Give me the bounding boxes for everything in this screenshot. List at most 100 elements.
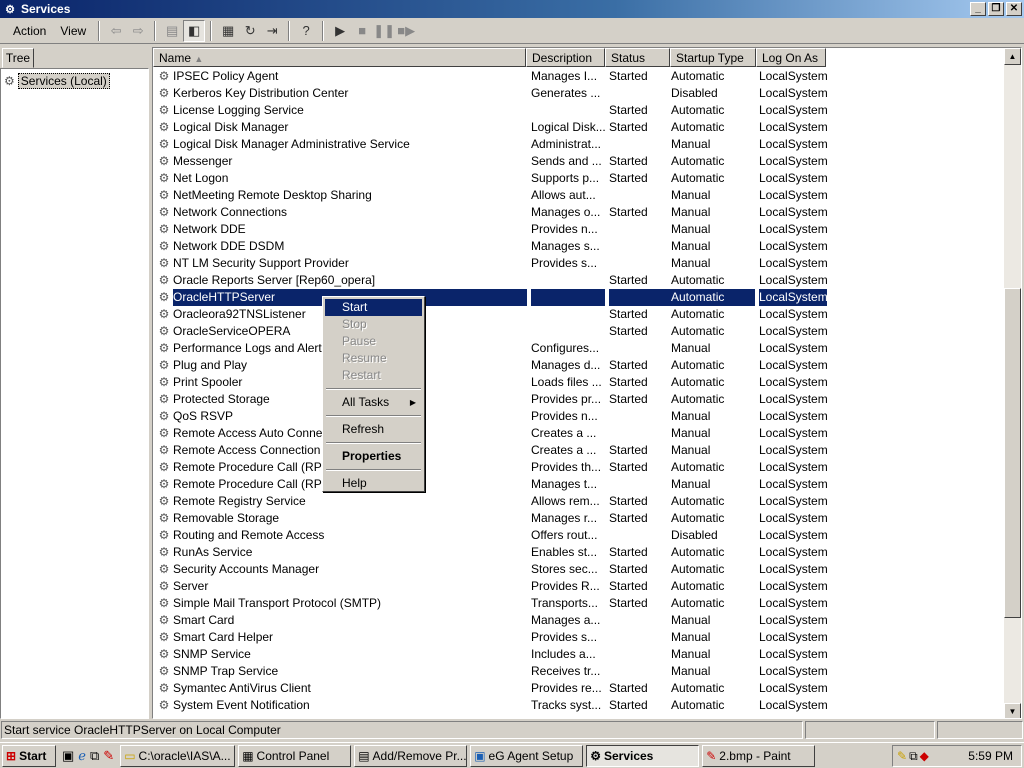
- network-icon[interactable]: ⧉: [909, 749, 918, 764]
- table-row[interactable]: ⚙ Network Connections Manages o... Started M…: [153, 204, 1005, 221]
- table-row[interactable]: ⚙ Plug and Play Manages d... Started Automat…: [153, 357, 1005, 374]
- table-row[interactable]: ⚙ Removable Storage Manages r... Started Aut…: [153, 510, 1005, 527]
- maximize-button[interactable]: ❐: [988, 2, 1004, 16]
- table-row[interactable]: ⚙ Print Spooler Loads files ... Started Auto…: [153, 374, 1005, 391]
- scroll-thumb[interactable]: [1004, 288, 1021, 618]
- table-row[interactable]: ⚙ Performance Logs and Alerts Configures..…: [153, 340, 1005, 357]
- service-icon: ⚙: [158, 103, 170, 117]
- properties-icon[interactable]: ▦: [217, 20, 239, 42]
- start-button[interactable]: ⊞ Start: [2, 744, 56, 767]
- menu-item-refresh[interactable]: Refresh: [325, 421, 422, 438]
- table-row[interactable]: ⚙ RunAs Service Enables st... Started Automa…: [153, 544, 1005, 561]
- task-button-control-panel[interactable]: ▦ Control Panel: [238, 744, 352, 767]
- table-row[interactable]: ⚙ Security Accounts Manager Stores sec... S…: [153, 561, 1005, 578]
- table-row[interactable]: ⚙ Server Provides R... Started Automatic Loca…: [153, 578, 1005, 595]
- table-row[interactable]: ⚙ QoS RSVP Provides n... Manual LocalSystem: [153, 408, 1005, 425]
- forward-arrow-icon[interactable]: ⇨: [127, 20, 149, 42]
- menu-item-help[interactable]: Help: [325, 475, 422, 492]
- vertical-scrollbar[interactable]: ▲ ▼: [1004, 48, 1021, 718]
- tree-node-services-local[interactable]: ⚙ Services (Local): [4, 73, 110, 89]
- table-row[interactable]: ⚙ Smart Card Helper Provides s... Manual Loc…: [153, 629, 1005, 646]
- task-button-services[interactable]: ⚙ Services: [586, 744, 700, 767]
- show-desktop-icon[interactable]: ▣: [62, 748, 74, 764]
- menu-item-all-tasks[interactable]: All Tasks ▶: [325, 394, 422, 411]
- tab-tree[interactable]: Tree: [2, 48, 34, 68]
- table-row[interactable]: ⚙ Network DDE DSDM Manages s... Manual Local…: [153, 238, 1005, 255]
- table-row[interactable]: ⚙ SNMP Trap Service Receives tr... Manual Lo…: [153, 663, 1005, 680]
- table-row[interactable]: ⚙ Routing and Remote Access Offers rout...…: [153, 527, 1005, 544]
- help-icon[interactable]: ?: [295, 20, 317, 42]
- menu-action[interactable]: Action: [6, 24, 53, 38]
- network-icon[interactable]: ⧉: [90, 748, 99, 764]
- column-header-status[interactable]: Status: [605, 48, 670, 67]
- export-list-icon[interactable]: ⇥: [261, 20, 283, 42]
- table-row[interactable]: ⚙ NT LM Security Support Provider Provides…: [153, 255, 1005, 272]
- table-row[interactable]: ⚙ Net Logon Supports p... Started Automatic L…: [153, 170, 1005, 187]
- back-arrow-icon[interactable]: ⇦: [105, 20, 127, 42]
- task-button-eg-agent[interactable]: ▣ eG Agent Setup: [470, 744, 584, 767]
- column-header-description[interactable]: Description: [526, 48, 605, 67]
- table-row[interactable]: ⚙ Smart Card Manages a... Manual LocalSystem: [153, 612, 1005, 629]
- service-description: Manages r...: [531, 511, 598, 525]
- table-row[interactable]: ⚙ Oracle Reports Server [Rep60_opera] Star…: [153, 272, 1005, 289]
- task-button-folder[interactable]: ▭ C:\oracle\IAS\A...: [120, 744, 236, 767]
- control-panel-icon: ▦: [242, 748, 254, 763]
- table-row[interactable]: ⚙ Simple Mail Transport Protocol (SMTP) Tr…: [153, 595, 1005, 612]
- pause-icon[interactable]: ❚❚: [373, 20, 395, 42]
- internet-explorer-icon[interactable]: ℯ: [78, 748, 86, 764]
- service-status: Started: [609, 392, 648, 406]
- table-row[interactable]: ⚙ Remote Access Auto Connection Manager Cr…: [153, 425, 1005, 442]
- menu-item-properties[interactable]: Properties: [325, 448, 422, 465]
- table-row[interactable]: ⚙ Remote Access Connection Manager Creates…: [153, 442, 1005, 459]
- column-header-logon[interactable]: Log On As: [756, 48, 826, 67]
- service-name: Remote Registry Service: [173, 494, 306, 508]
- table-row[interactable]: ⚙ IPSEC Policy Agent Manages I... Started Au…: [153, 68, 1005, 85]
- table-row[interactable]: ⚙ Symantec AntiVirus Client Provides re...…: [153, 680, 1005, 697]
- service-status: Started: [609, 460, 648, 474]
- minimize-button[interactable]: _: [970, 2, 986, 16]
- stop-icon[interactable]: ■: [351, 20, 373, 42]
- start-label: Start: [19, 748, 47, 763]
- scroll-down-icon[interactable]: ▼: [1004, 703, 1021, 718]
- service-startup-type: Manual: [671, 341, 711, 355]
- clock[interactable]: 5:59 PM: [968, 749, 1013, 763]
- up-folder-icon[interactable]: ▤: [161, 20, 183, 42]
- refresh-icon[interactable]: ↻: [239, 20, 261, 42]
- service-description: Manages s...: [531, 239, 600, 253]
- play-icon[interactable]: ▶: [329, 20, 351, 42]
- pencil-icon[interactable]: ✎: [897, 749, 907, 763]
- task-button-paint[interactable]: ✎ 2.bmp - Paint: [702, 744, 816, 767]
- column-header-name[interactable]: Name ▲: [153, 48, 526, 67]
- service-description: [531, 272, 605, 289]
- antivirus-icon[interactable]: ◆: [920, 749, 929, 763]
- table-row[interactable]: ⚙ System Event Notification Tracks syst...…: [153, 697, 1005, 714]
- menu-item-start[interactable]: Start: [325, 299, 422, 316]
- column-header-startup-type[interactable]: Startup Type: [670, 48, 756, 67]
- restart-icon[interactable]: ■▶: [395, 20, 417, 42]
- close-button[interactable]: ✕: [1006, 2, 1022, 16]
- table-row[interactable]: ⚙ License Logging Service Started Automatic…: [153, 102, 1005, 119]
- table-row[interactable]: ⚙ OracleHTTPServer Automatic LocalSystem: [153, 289, 1005, 306]
- table-row[interactable]: ⚙ Messenger Sends and ... Started Automatic L…: [153, 153, 1005, 170]
- menu-view[interactable]: View: [53, 24, 93, 38]
- table-row[interactable]: ⚙ Oracleora92TNSListener Started Automatic L…: [153, 306, 1005, 323]
- table-row[interactable]: ⚙ Protected Storage Provides pr... Started A…: [153, 391, 1005, 408]
- scroll-up-icon[interactable]: ▲: [1004, 48, 1021, 65]
- menu-item-label: All Tasks: [342, 395, 390, 409]
- table-row[interactable]: ⚙ Logical Disk Manager Logical Disk... Star…: [153, 119, 1005, 136]
- table-row[interactable]: ⚙ Logical Disk Manager Administrative Ser…: [153, 136, 1005, 153]
- task-button-add-remove[interactable]: ▤ Add/Remove Pr...: [354, 744, 468, 767]
- table-row[interactable]: ⚙ OracleServiceOPERA Started Automatic Local…: [153, 323, 1005, 340]
- status-text: Start service OracleHTTPServer on Local …: [1, 721, 803, 739]
- table-row[interactable]: ⚙ Kerberos Key Distribution Center Generat…: [153, 85, 1005, 102]
- table-row[interactable]: ⚙ Remote Procedure Call (RPC) Locator Mana…: [153, 476, 1005, 493]
- show-hide-tree-icon[interactable]: ◧: [183, 19, 206, 42]
- table-row[interactable]: ⚙ NetMeeting Remote Desktop Sharing Allows…: [153, 187, 1005, 204]
- table-row[interactable]: ⚙ Network DDE Provides n... Manual LocalSyst…: [153, 221, 1005, 238]
- table-row[interactable]: ⚙ Remote Procedure Call (RPC) Provides th.…: [153, 459, 1005, 476]
- table-row[interactable]: ⚙ Remote Registry Service Allows rem... Sta…: [153, 493, 1005, 510]
- table-row[interactable]: ⚙ SNMP Service Includes a... Manual LocalSys…: [153, 646, 1005, 663]
- menu-separator: [326, 388, 421, 390]
- paint-icon[interactable]: ✎: [103, 748, 114, 764]
- service-description: Loads files ...: [531, 375, 602, 389]
